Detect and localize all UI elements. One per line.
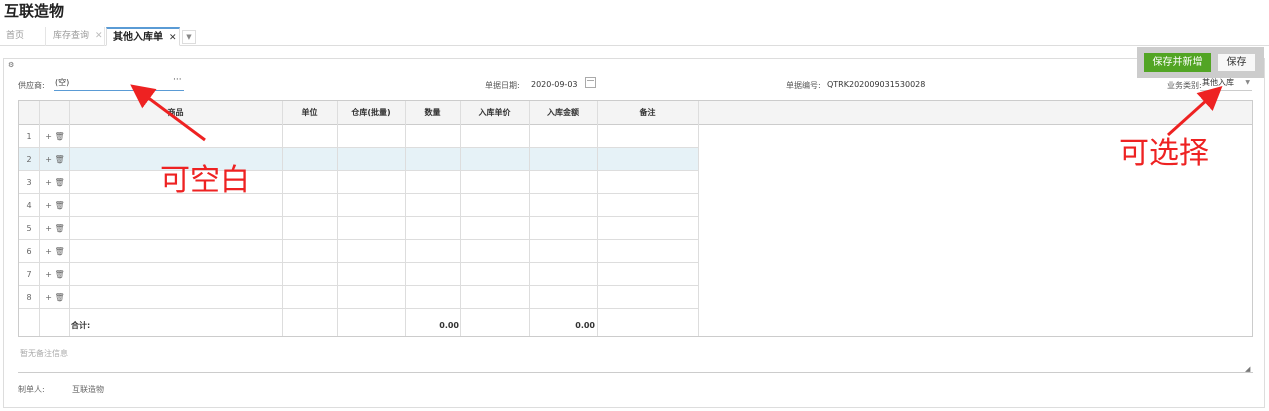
- supplier-input[interactable]: (空): [54, 76, 184, 91]
- row-actions[interactable]: + 🗑: [41, 240, 69, 263]
- save-button[interactable]: 保存: [1217, 53, 1256, 72]
- tab-label: 库存查询: [53, 31, 90, 41]
- tab-other-inbound[interactable]: 其他入库单 ✕: [106, 27, 180, 46]
- supplier-label: 供应商:: [18, 81, 45, 90]
- grid-divider: [69, 101, 70, 336]
- business-type-select[interactable]: 其他入库 ▼: [1200, 76, 1252, 91]
- resize-handle-icon[interactable]: ◢: [1245, 365, 1250, 373]
- more-icon[interactable]: ···: [173, 75, 182, 85]
- app-title: 互联造物: [4, 2, 65, 20]
- grid-header-actions: [39, 101, 69, 125]
- annotation-blank-ok: 可空白: [160, 163, 250, 198]
- row-number: 3: [26, 178, 32, 187]
- maker-value: 互联造物: [72, 385, 104, 394]
- grid-divider: [405, 101, 406, 336]
- row-actions[interactable]: + 🗑: [41, 286, 69, 309]
- total-label: 合计:: [71, 321, 91, 330]
- grid-header[interactable]: 入库金额: [529, 101, 597, 125]
- row-actions[interactable]: + 🗑: [41, 125, 69, 148]
- grid-header[interactable]: 仓库(批量): [337, 101, 405, 125]
- tab-home[interactable]: 首页: [0, 27, 46, 46]
- grid-divider: [39, 101, 40, 336]
- doc-number-label: 单据编号:: [786, 81, 821, 90]
- row-actions[interactable]: + 🗑: [41, 148, 69, 171]
- business-type-value: 其他入库: [1202, 78, 1234, 87]
- tab-bar: 首页 库存查询 ✕ 其他入库单 ✕ ▼: [0, 24, 1269, 46]
- tab-label: 其他入库单: [113, 32, 163, 43]
- maker-label: 制单人:: [18, 385, 45, 394]
- row-actions[interactable]: + 🗑: [41, 171, 69, 194]
- divider: [18, 372, 1253, 373]
- save-and-new-button[interactable]: 保存并新增: [1144, 53, 1211, 72]
- grid-header-rownum: [19, 101, 39, 125]
- date-label: 单据日期:: [485, 81, 520, 90]
- chevron-down-icon[interactable]: ▼: [182, 30, 196, 44]
- grid-divider: [597, 101, 598, 336]
- business-type-label: 业务类别:: [1167, 81, 1202, 90]
- grid-divider: [460, 101, 461, 336]
- item-grid: 商品 单位 仓库(批量) 数量 入库单价 入库金额 备注 1 + 🗑 2 + 🗑 3…: [18, 100, 1253, 337]
- row-actions[interactable]: + 🗑: [41, 263, 69, 286]
- gear-icon[interactable]: ⚙: [8, 61, 14, 69]
- annotation-selectable: 可选择: [1119, 136, 1209, 171]
- row-number: 2: [26, 155, 32, 164]
- grid-header[interactable]: 入库单价: [460, 101, 529, 125]
- grid-divider: [698, 101, 699, 336]
- grid-header[interactable]: 备注: [597, 101, 698, 125]
- row-actions[interactable]: + 🗑: [41, 217, 69, 240]
- grid-divider: [337, 101, 338, 336]
- total-quantity: 0.00: [439, 321, 459, 330]
- remark-field[interactable]: 暂无备注信息: [20, 348, 68, 359]
- close-icon[interactable]: ✕: [169, 33, 177, 43]
- row-actions[interactable]: + 🗑: [41, 194, 69, 217]
- row-number: 4: [26, 201, 32, 210]
- row-number: 1: [26, 132, 32, 141]
- grid-header[interactable]: 数量: [405, 101, 460, 125]
- doc-number-value: QTRK202009031530028: [827, 80, 926, 89]
- tab-inventory-query[interactable]: 库存查询 ✕: [47, 27, 105, 46]
- tab-label: 首页: [6, 31, 25, 41]
- grid-divider: [282, 101, 283, 336]
- grid-header[interactable]: 单位: [282, 101, 337, 125]
- row-number: 6: [26, 247, 32, 256]
- calendar-icon[interactable]: [585, 77, 596, 88]
- row-number: 5: [26, 224, 32, 233]
- close-icon[interactable]: ✕: [95, 31, 103, 41]
- grid-divider: [529, 101, 530, 336]
- row-number: 8: [26, 293, 32, 302]
- date-field[interactable]: 2020-09-03: [531, 80, 578, 89]
- grid-header[interactable]: 商品: [69, 101, 282, 125]
- row-number: 7: [26, 270, 32, 279]
- chevron-down-icon[interactable]: ▼: [1245, 76, 1250, 90]
- total-amount: 0.00: [575, 321, 595, 330]
- action-bar: 保存并新增 保存: [1137, 47, 1264, 78]
- grid-header-filler: [698, 101, 1252, 125]
